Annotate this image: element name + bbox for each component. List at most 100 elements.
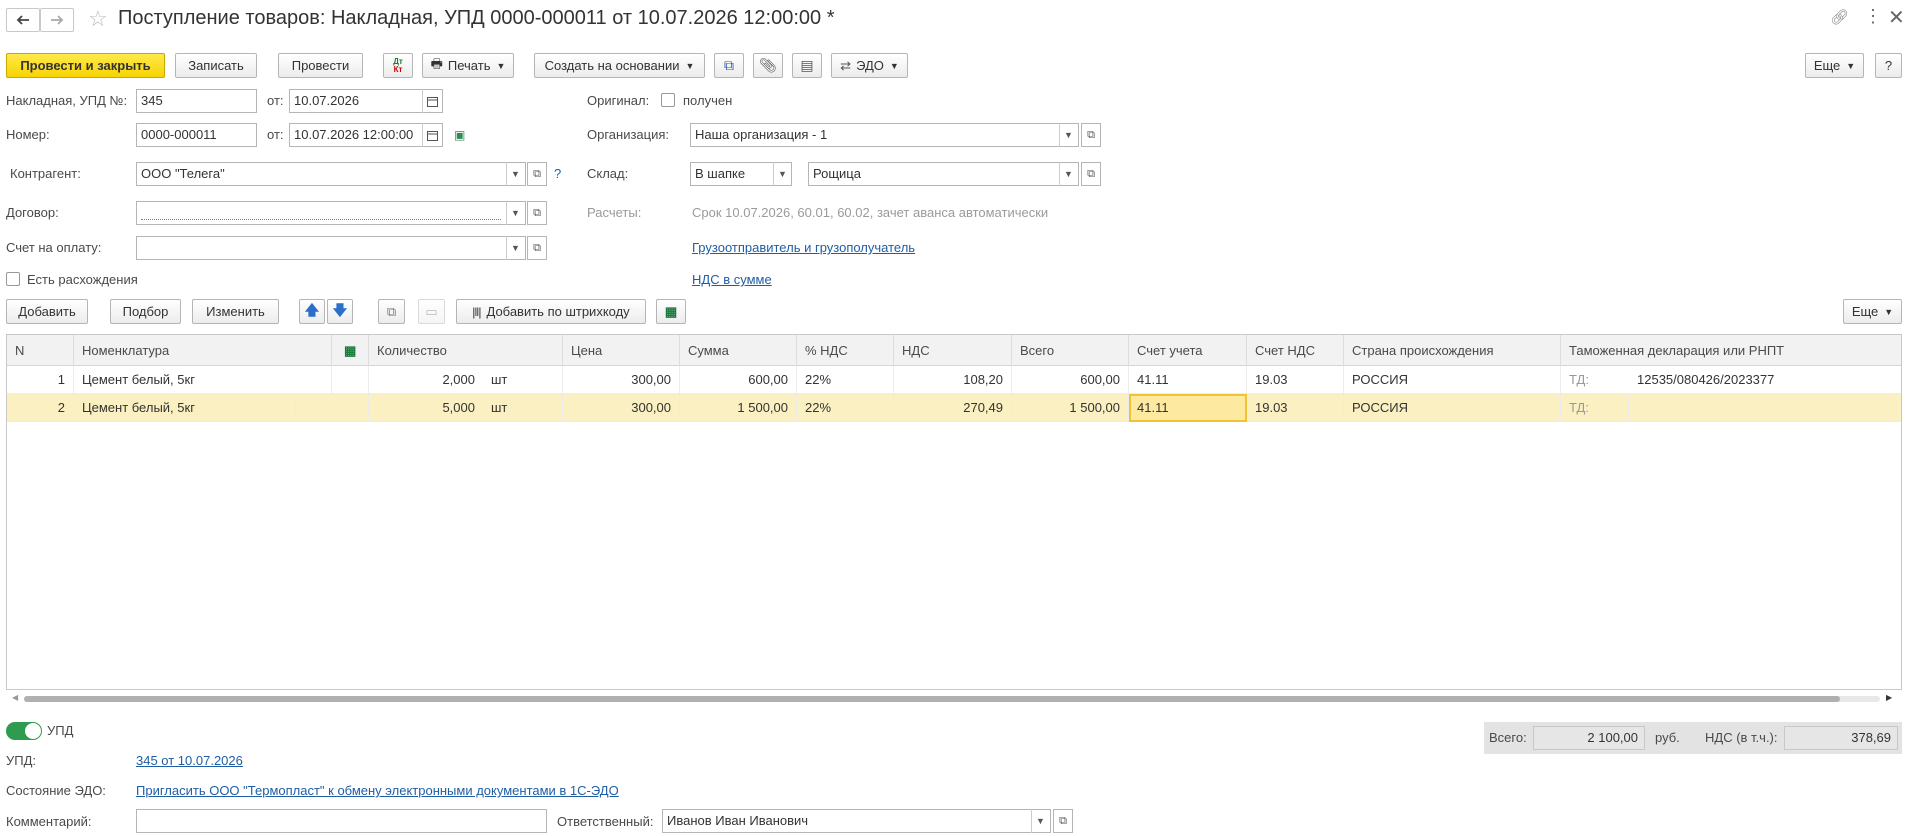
col-total[interactable]: Всего [1012, 335, 1129, 366]
post-button[interactable]: Провести [278, 53, 363, 78]
calendar-icon[interactable] [422, 123, 442, 147]
edit-button[interactable]: Изменить [192, 299, 279, 324]
organization-dropdown-icon[interactable]: ▼ [1059, 123, 1077, 147]
paste-row-button[interactable]: ▭ [418, 299, 445, 324]
col-account[interactable]: Счет учета [1129, 335, 1247, 366]
cell-marking [296, 394, 369, 422]
col-nomenclature[interactable]: Номенклатура [74, 335, 332, 366]
paperclip-icon: 📎︎ [759, 57, 777, 73]
table-more-button[interactable]: Еще ▼ [1843, 299, 1902, 324]
responsible-field[interactable]: Иванов Иван Иванович [662, 809, 1051, 833]
cell-country: РОССИЯ [1344, 394, 1561, 422]
nav-back-button[interactable] [6, 8, 40, 32]
col-quantity[interactable]: Количество [369, 335, 563, 366]
cell-account-active[interactable]: 41.11 [1129, 394, 1247, 422]
scrollbar-thumb[interactable] [24, 696, 1840, 702]
post-and-close-button[interactable]: Провести и закрыть [6, 53, 165, 78]
horizontal-scrollbar[interactable] [24, 696, 1880, 702]
upd-toggle-label: УПД [47, 723, 74, 738]
edo-invite-link[interactable]: Пригласить ООО "Термопласт" к обмену эле… [136, 783, 619, 798]
cell-vat: 108,20 [894, 366, 1012, 394]
table-row[interactable]: 1 Цемент белый, 5кг 2,000 шт 300,00 600,… [7, 366, 1901, 394]
upd-toggle[interactable] [6, 722, 42, 740]
excel-button[interactable]: ▦ [656, 299, 686, 324]
responsible-open-button[interactable]: ⧉ [1053, 809, 1073, 833]
add-by-barcode-button[interactable]: |‖| Добавить по штрихкоду [456, 299, 646, 324]
chevron-down-icon: ▼ [1846, 60, 1856, 71]
copy-row-button[interactable]: ⧉ [378, 299, 405, 324]
create-based-button[interactable]: Создать на основании ▼ [534, 53, 705, 78]
more-vertical-icon[interactable]: ⋮ [1864, 6, 1882, 27]
comment-field[interactable] [136, 809, 547, 833]
help-button[interactable]: ? [1875, 53, 1902, 78]
vat-in-sum-link[interactable]: НДС в сумме [692, 272, 772, 287]
col-customs[interactable]: Таможенная декларация или РНПТ [1561, 335, 1901, 366]
cell-marking [332, 366, 369, 394]
edo-button[interactable]: ⇄ ЭДО ▼ [831, 53, 908, 78]
add-row-button[interactable]: Добавить [6, 299, 88, 324]
save-button[interactable]: Записать [175, 53, 257, 78]
scroll-right-icon[interactable]: ▶ [1886, 693, 1892, 702]
doc-number-field[interactable]: 0000-000011 [136, 123, 257, 147]
more-button[interactable]: Еще ▼ [1805, 53, 1864, 78]
upd-link[interactable]: 345 от 10.07.2026 [136, 753, 243, 768]
responsible-value: Иванов Иван Иванович [667, 813, 809, 828]
counterparty-dropdown-icon[interactable]: ▼ [506, 162, 524, 186]
edit-number-icon[interactable]: ▣ [454, 128, 465, 142]
col-vat[interactable]: НДС [894, 335, 1012, 366]
calculator-icon: ▤ [800, 57, 814, 73]
discrepancy-checkbox[interactable] [6, 272, 20, 286]
warehouse-field[interactable]: Рощица [808, 162, 1079, 186]
counterparty-help-icon[interactable]: ? [554, 166, 561, 181]
counterparty-field[interactable]: ООО "Телега" [136, 162, 526, 186]
shipper-consignee-link[interactable]: Грузоотправитель и грузополучатель [692, 240, 915, 255]
link-icon[interactable]: 🔗︎ [1830, 8, 1849, 26]
calendar-icon[interactable] [422, 89, 442, 113]
col-sum[interactable]: Сумма [680, 335, 797, 366]
counterparty-open-button[interactable]: ⧉ [527, 162, 547, 186]
invoice-pay-open-button[interactable]: ⧉ [527, 236, 547, 260]
col-vat-account[interactable]: Счет НДС [1247, 335, 1344, 366]
invoice-date-field[interactable]: 10.07.2026 [289, 89, 443, 113]
col-marking[interactable]: ▦ [332, 335, 369, 366]
table-row[interactable]: 2 Цемент белый, 5кг 5,000 шт 300,00 1 50… [7, 394, 1901, 422]
contract-label: Договор: [6, 205, 59, 220]
col-price[interactable]: Цена [563, 335, 680, 366]
cell-sum: 600,00 [680, 366, 797, 394]
favorite-star-icon[interactable]: ☆ [88, 6, 108, 32]
invoice-pay-field[interactable] [136, 236, 526, 260]
total-value: 2 100,00 [1533, 726, 1645, 750]
organization-open-button[interactable]: ⧉ [1081, 123, 1101, 147]
required-underline [141, 219, 501, 220]
warehouse-dropdown-icon[interactable]: ▼ [1059, 162, 1077, 186]
attach-button[interactable]: 📎︎ [753, 53, 783, 78]
invoice-pay-dropdown-icon[interactable]: ▼ [506, 236, 524, 260]
original-received-checkbox[interactable] [661, 93, 675, 107]
responsible-dropdown-icon[interactable]: ▼ [1031, 809, 1049, 833]
col-vat-rate[interactable]: % НДС [797, 335, 894, 366]
scroll-left-icon[interactable]: ◀ [12, 693, 18, 702]
more-label: Еще [1813, 58, 1841, 73]
contract-open-button[interactable]: ⧉ [527, 201, 547, 225]
organization-field[interactable]: Наша организация - 1 [690, 123, 1079, 147]
invoice-number-field[interactable]: 345 [136, 89, 257, 113]
calculator-button[interactable]: ▤ [792, 53, 822, 78]
move-down-button[interactable]: 🡇 [327, 299, 353, 324]
warehouse-mode-dropdown-icon[interactable]: ▼ [773, 162, 791, 186]
contract-dropdown-icon[interactable]: ▼ [506, 201, 524, 225]
contract-field[interactable] [136, 201, 526, 225]
close-icon[interactable]: ✕ [1888, 5, 1905, 30]
col-country[interactable]: Страна происхождения [1344, 335, 1561, 366]
print-button[interactable]: 🖶 Печать ▼ [422, 53, 514, 78]
cell-price: 300,00 [563, 394, 680, 422]
pick-button[interactable]: Подбор [110, 299, 181, 324]
nav-forward-button[interactable] [40, 8, 74, 32]
move-up-button[interactable]: 🡅 [299, 299, 325, 324]
organization-label: Организация: [587, 127, 670, 142]
doc-date-field[interactable]: 10.07.2026 12:00:00 [289, 123, 443, 147]
goods-table[interactable]: N Номенклатура ▦ Количество Цена Сумма %… [6, 334, 1902, 690]
warehouse-open-button[interactable]: ⧉ [1081, 162, 1101, 186]
structure-button[interactable]: ⧉ [714, 53, 744, 78]
col-n[interactable]: N [7, 335, 74, 366]
dt-kt-button[interactable]: Дт Кт [383, 53, 413, 78]
